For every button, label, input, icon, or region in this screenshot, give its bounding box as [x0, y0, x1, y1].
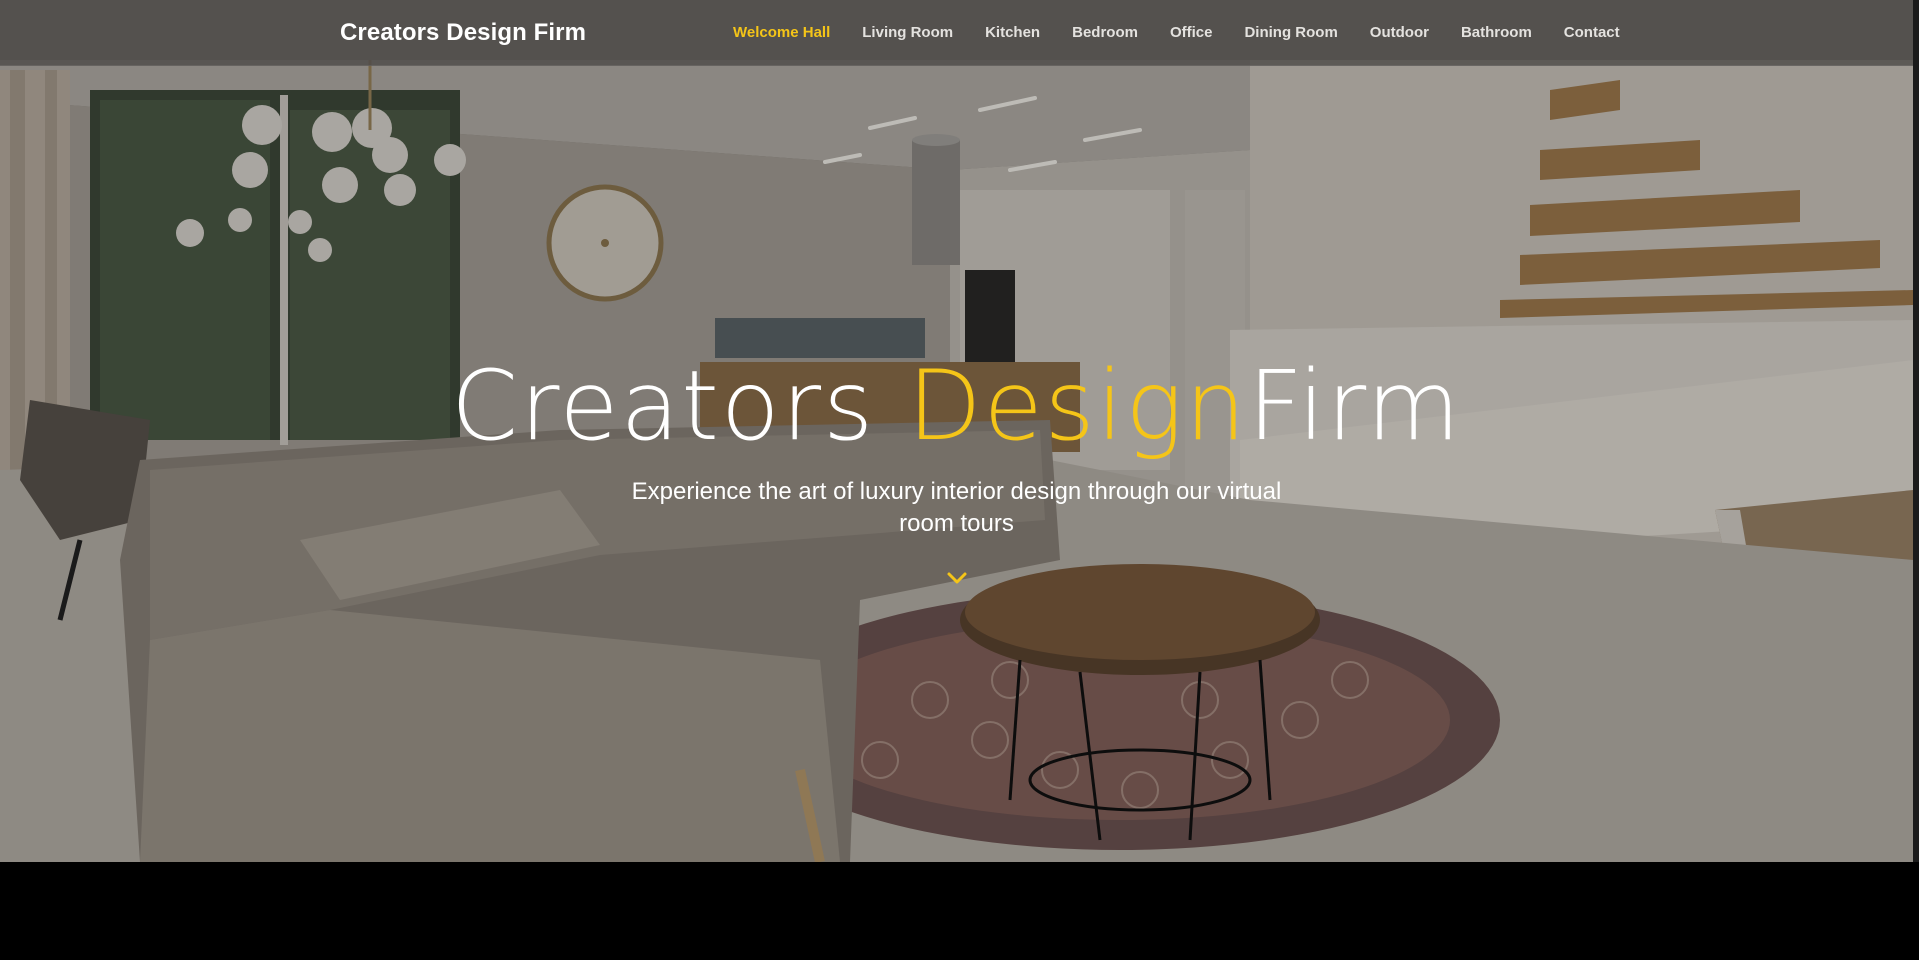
nav-item-welcome-hall[interactable]: Welcome Hall — [733, 24, 830, 41]
hero-title-part1: Creators — [451, 350, 908, 462]
nav-item-bedroom[interactable]: Bedroom — [1072, 24, 1138, 41]
hero-title-part2: Firm — [1247, 350, 1462, 462]
chevron-down-icon[interactable] — [946, 570, 968, 586]
top-navbar: Creators Design Firm Welcome Hall Living… — [0, 0, 1913, 66]
nav-item-dining-room[interactable]: Dining Room — [1244, 24, 1337, 41]
page-scrollbar[interactable] — [1913, 0, 1919, 862]
page-bottom-band — [0, 862, 1919, 960]
nav-item-contact[interactable]: Contact — [1564, 24, 1620, 41]
hero-subtitle: Experience the art of luxury interior de… — [631, 478, 1282, 537]
nav-item-bathroom[interactable]: Bathroom — [1461, 24, 1532, 41]
hero-title-accent: Design — [907, 350, 1248, 462]
nav-item-outdoor[interactable]: Outdoor — [1370, 24, 1429, 41]
main-nav: Welcome Hall Living Room Kitchen Bedroom… — [733, 24, 1620, 41]
hero-section: Creators DesignFirm Experience the art o… — [0, 0, 1913, 862]
nav-item-office[interactable]: Office — [1170, 24, 1213, 41]
hero-title: Creators DesignFirm — [0, 350, 1913, 462]
brand-logo-text[interactable]: Creators Design Firm — [340, 19, 586, 47]
nav-item-living-room[interactable]: Living Room — [862, 24, 953, 41]
nav-item-kitchen[interactable]: Kitchen — [985, 24, 1040, 41]
